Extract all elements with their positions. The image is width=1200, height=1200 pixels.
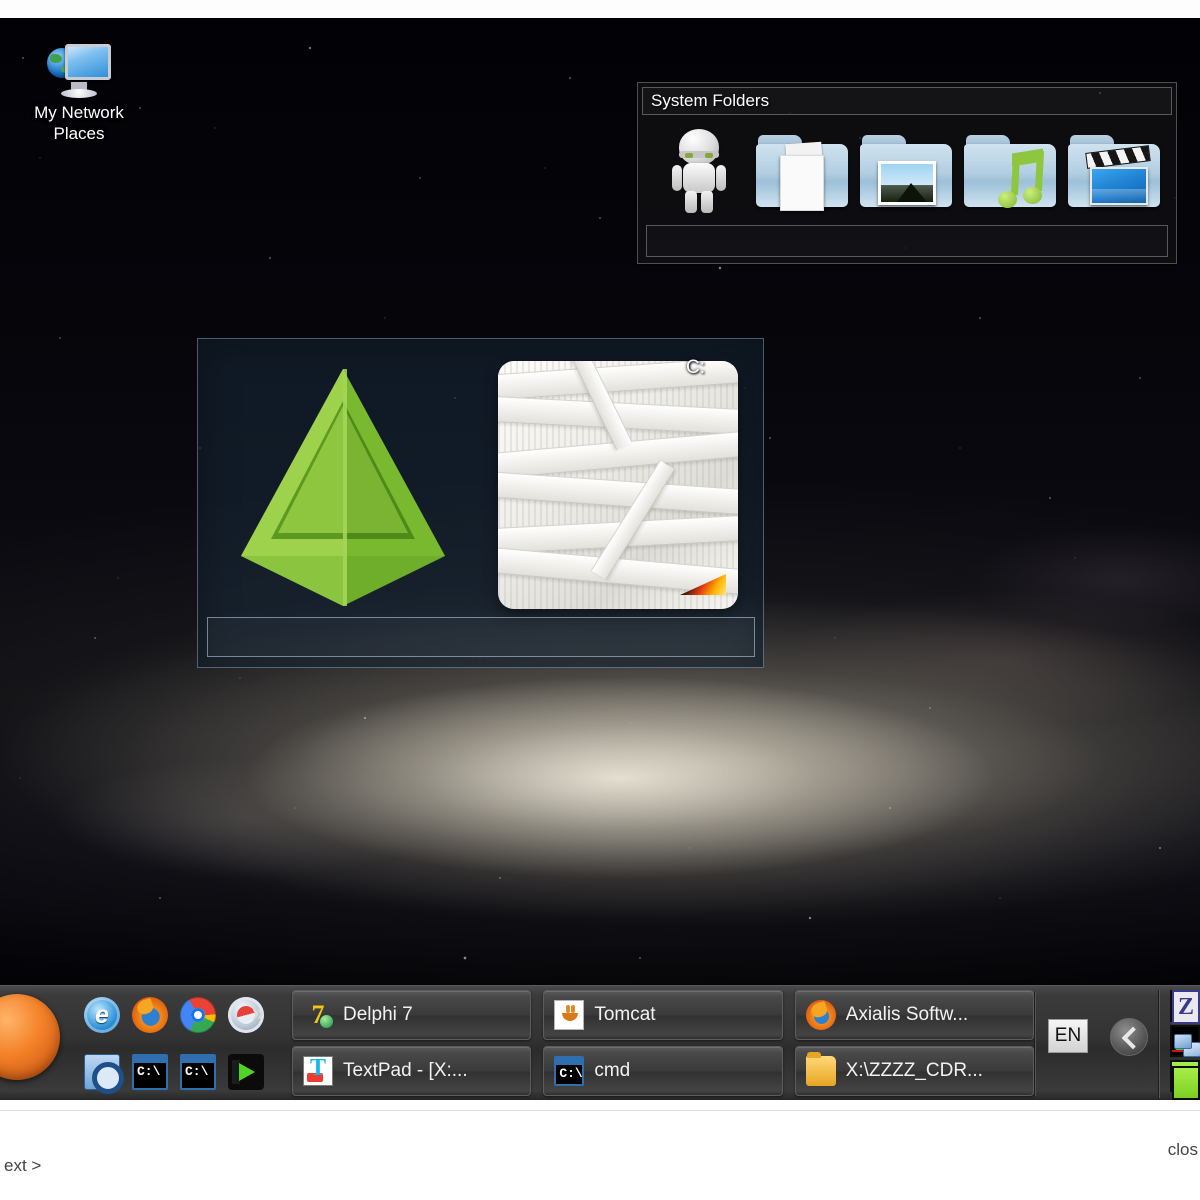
task-button-label: Delphi 7 <box>343 1004 413 1025</box>
quick-launch-overflow-icon[interactable]: » <box>252 1000 264 1026</box>
music-folder-icon <box>964 135 1056 208</box>
start-orb-icon[interactable] <box>0 994 60 1080</box>
tray-far-widgets: Z <box>1172 990 1200 1104</box>
task-button-textpad[interactable]: TextPad - [X:... <box>292 1046 532 1096</box>
task-button-tomcat[interactable]: Tomcat <box>543 990 783 1040</box>
task-button-label: TextPad - [X:... <box>343 1060 468 1081</box>
system-folder-item-music[interactable] <box>960 121 1060 221</box>
network-computer-icon <box>14 40 144 102</box>
documents-folder-icon <box>756 135 848 211</box>
desktop-icon-my-network-places[interactable]: My Network Places <box>14 40 144 144</box>
task-button-explorer[interactable]: X:\ZZZZ_CDR... <box>794 1046 1034 1096</box>
system-folders-footer-bar <box>646 225 1168 257</box>
videos-folder-icon <box>1068 135 1160 207</box>
firefox-icon[interactable] <box>132 996 168 1033</box>
system-folder-item-pictures[interactable] <box>856 121 956 221</box>
task-row-1: 7 Delphi 7 Tomcat Axialis Softw... <box>292 990 1034 1040</box>
quick-launch-row-2 <box>78 1043 278 1100</box>
delphi-icon: 7 <box>303 1000 333 1030</box>
chrome-icon[interactable] <box>180 996 216 1033</box>
drive-item-tetrahedron[interactable] <box>233 361 453 611</box>
firefox-icon <box>805 1000 836 1030</box>
system-folder-item-videos[interactable] <box>1064 121 1164 221</box>
drive-label-c: C: <box>686 357 705 378</box>
internet-explorer-icon[interactable] <box>84 996 120 1033</box>
command-prompt-icon <box>554 1056 585 1086</box>
taskbar: » 7 Delphi 7 Tomcat Axialis Softw... <box>0 985 1200 1100</box>
wrapped-drive-icon <box>498 361 738 609</box>
pictures-folder-icon <box>860 135 952 207</box>
zoom-app-icon[interactable]: Z <box>1172 990 1200 1024</box>
task-button-cmd[interactable]: cmd <box>543 1046 783 1096</box>
task-button-label: X:\ZZZZ_CDR... <box>845 1060 983 1081</box>
network-connection-icon[interactable] <box>1172 1028 1200 1062</box>
drive-item-c[interactable] <box>498 361 738 609</box>
task-button-axialis[interactable]: Axialis Softw... <box>794 990 1034 1040</box>
desktop-icon-label: My Network Places <box>34 103 124 143</box>
bottom-dialog-strip: ext > clos <box>0 1100 1200 1200</box>
folder-icon <box>805 1052 836 1086</box>
task-button-label: Axialis Softw... <box>845 1004 969 1025</box>
system-folders-title: System Folders <box>642 87 1172 115</box>
dialog-separator <box>0 1110 1200 1111</box>
tray-divider <box>1034 992 1035 1096</box>
quick-launch-bar <box>78 986 278 1101</box>
desktop-wallpaper[interactable]: My Network Places System Folders C: <box>0 18 1200 985</box>
system-folder-item-astronaut[interactable] <box>648 121 748 221</box>
media-player-icon[interactable] <box>228 1053 264 1090</box>
task-button-area: 7 Delphi 7 Tomcat Axialis Softw... TextP… <box>292 990 1034 1098</box>
system-folders-items <box>642 115 1172 223</box>
astronaut-robot-icon <box>668 129 730 213</box>
screen: My Network Places System Folders C: e C:… <box>0 0 1200 1200</box>
drives-panel[interactable]: C: <box>197 338 764 668</box>
task-button-label: cmd <box>594 1060 631 1081</box>
chevron-left-icon[interactable] <box>1110 1018 1148 1056</box>
next-button[interactable]: ext > <box>4 1156 41 1176</box>
top-white-strip <box>0 0 1200 18</box>
task-button-delphi[interactable]: 7 Delphi 7 <box>292 990 532 1040</box>
green-indicator-icon-3[interactable] <box>1172 1066 1200 1100</box>
drives-panel-empty-slot[interactable] <box>207 617 755 657</box>
language-indicator[interactable]: EN <box>1048 1019 1088 1053</box>
green-tetrahedron-icon <box>241 369 445 606</box>
system-folders-panel[interactable]: System Folders <box>637 82 1177 264</box>
quick-launch-row-1 <box>78 986 278 1043</box>
task-row-2: TextPad - [X:... cmd X:\ZZZZ_CDR... <box>292 1046 1034 1096</box>
command-prompt-icon[interactable] <box>132 1053 168 1090</box>
system-folder-item-documents[interactable] <box>752 121 852 221</box>
tray-divider-2 <box>1158 990 1159 1098</box>
close-button[interactable]: clos <box>1168 1140 1198 1160</box>
java-tomcat-icon <box>554 1000 585 1030</box>
outlook-express-icon[interactable] <box>84 1053 124 1094</box>
task-button-label: Tomcat <box>594 1004 656 1025</box>
textpad-icon <box>303 1055 333 1086</box>
command-prompt-icon-2[interactable] <box>180 1053 216 1090</box>
